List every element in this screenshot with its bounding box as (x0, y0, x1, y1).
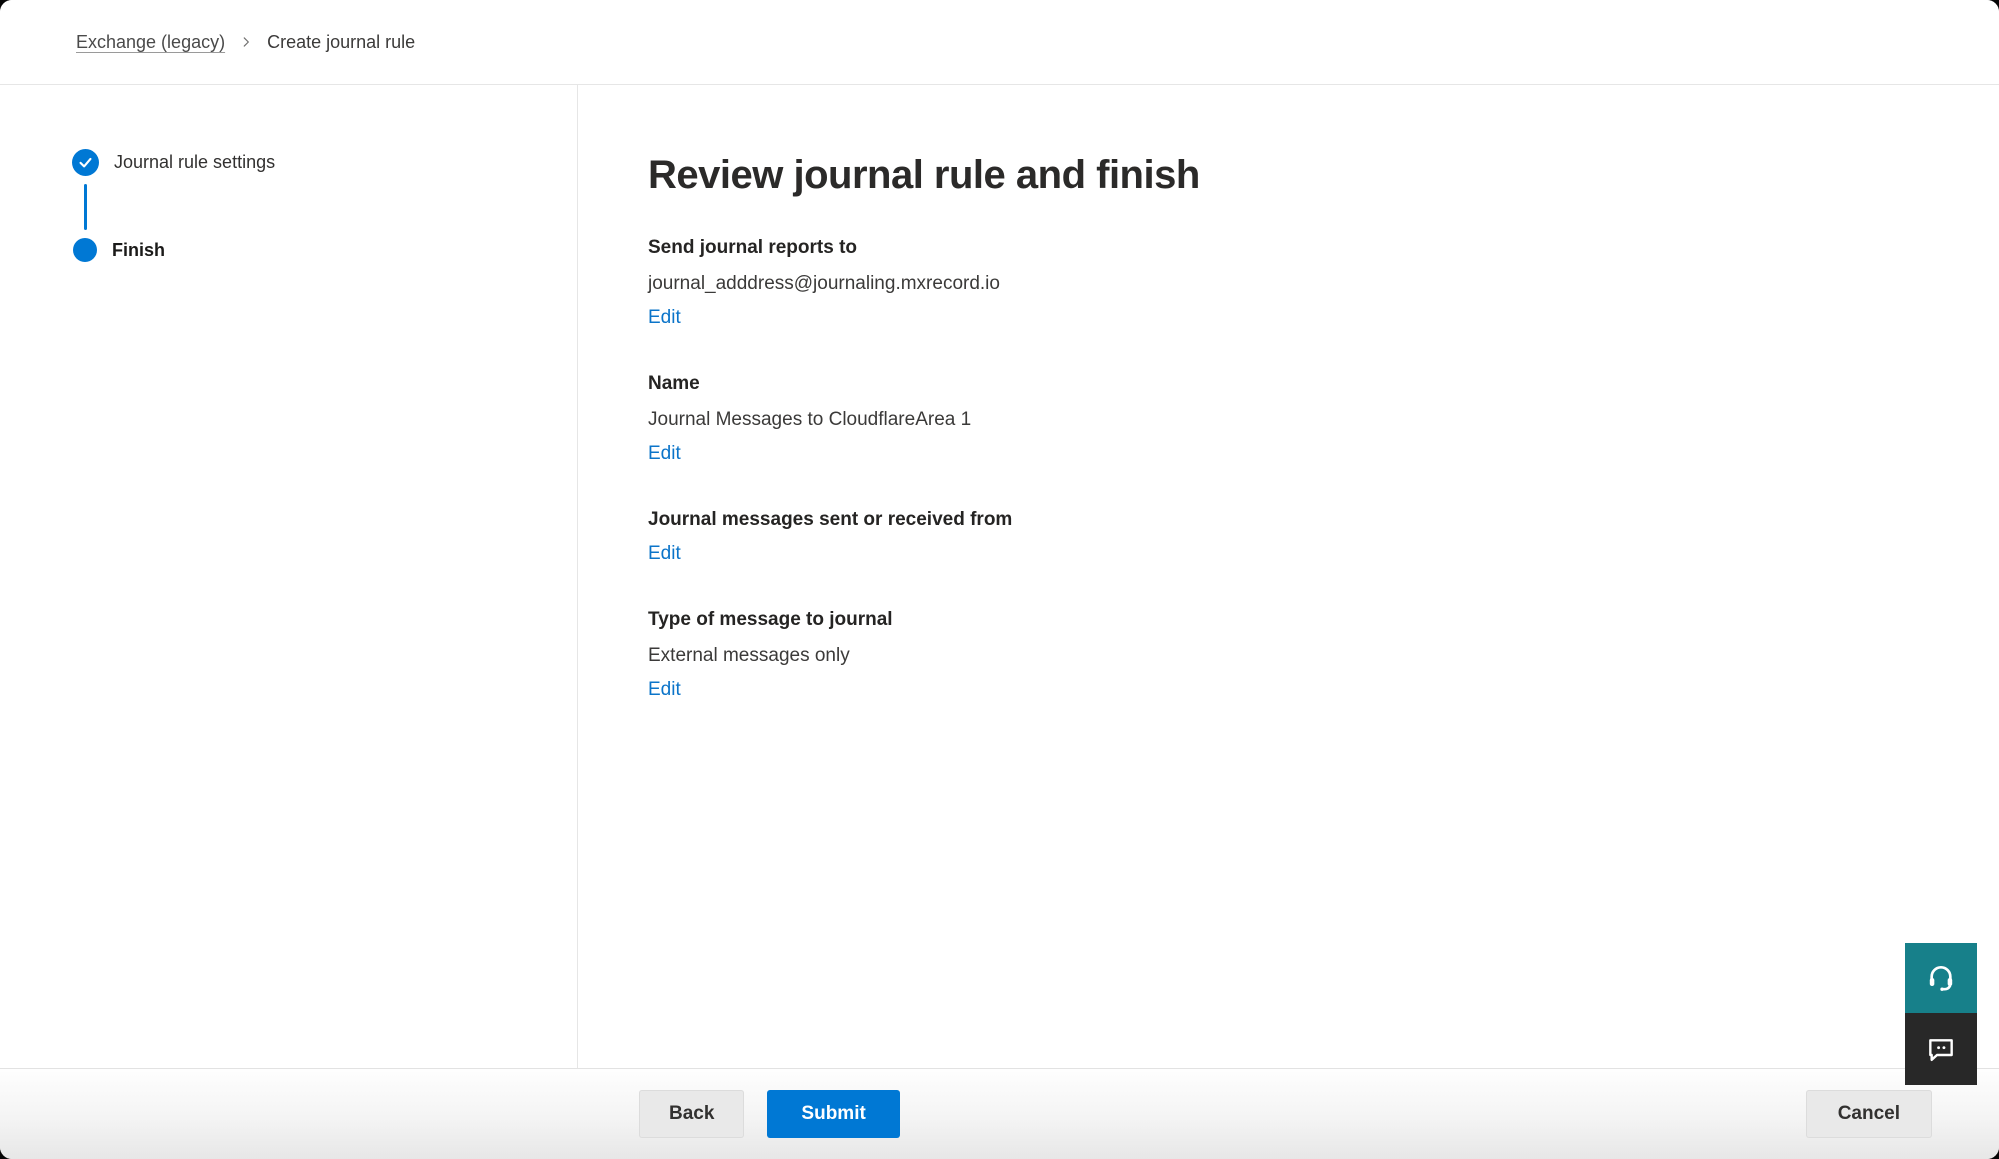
submit-button[interactable]: Submit (767, 1090, 899, 1138)
back-button[interactable]: Back (639, 1090, 744, 1138)
breadcrumb: Exchange (legacy) Create journal rule (76, 32, 415, 53)
footer-action-bar: Back Submit Cancel (0, 1068, 1999, 1159)
wizard-step-rail: Journal rule settings Finish (0, 85, 578, 1068)
page-title: Review journal rule and finish (648, 148, 1999, 202)
step-finish[interactable]: Finish (72, 238, 577, 262)
section-send-journal-reports-to: Send journal reports to journal_adddress… (648, 237, 1999, 329)
step-label: Journal rule settings (114, 152, 275, 173)
check-circle-icon (72, 149, 99, 176)
edit-message-type-link[interactable]: Edit (648, 679, 681, 701)
section-label: Type of message to journal (648, 609, 1999, 631)
review-pane: Review journal rule and finish Send jour… (578, 85, 1999, 1068)
step-connector-line (84, 184, 87, 230)
review-sections: Send journal reports to journal_adddress… (648, 237, 1999, 701)
feedback-button[interactable] (1905, 1013, 1977, 1085)
edit-name-link[interactable]: Edit (648, 443, 681, 465)
headset-icon (1925, 962, 1957, 994)
section-journal-messages-scope: Journal messages sent or received from E… (648, 509, 1999, 565)
message-type-value: External messages only (648, 645, 1999, 667)
journal-report-address: journal_adddress@journaling.mxrecord.io (648, 273, 1999, 295)
step-label: Finish (112, 240, 165, 261)
section-label: Send journal reports to (648, 237, 1999, 259)
section-name: Name Journal Messages to CloudflareArea … (648, 373, 1999, 465)
breadcrumb-current-page: Create journal rule (267, 32, 415, 53)
help-button[interactable] (1905, 943, 1977, 1013)
content-area: Journal rule settings Finish Review jour… (0, 85, 1999, 1068)
chat-feedback-icon (1925, 1033, 1957, 1065)
rule-name-value: Journal Messages to CloudflareArea 1 (648, 409, 1999, 431)
app-window: Exchange (legacy) Create journal rule Jo… (0, 0, 1999, 1159)
edit-scope-link[interactable]: Edit (648, 543, 681, 565)
section-message-type: Type of message to journal External mess… (648, 609, 1999, 701)
chevron-right-icon (239, 35, 253, 49)
edit-send-reports-link[interactable]: Edit (648, 307, 681, 329)
top-bar: Exchange (legacy) Create journal rule (0, 0, 1999, 85)
step-journal-rule-settings[interactable]: Journal rule settings (72, 149, 577, 176)
section-label: Journal messages sent or received from (648, 509, 1999, 531)
filled-dot-icon (73, 238, 97, 262)
cancel-button[interactable]: Cancel (1806, 1090, 1932, 1138)
section-label: Name (648, 373, 1999, 395)
breadcrumb-exchange-legacy[interactable]: Exchange (legacy) (76, 32, 225, 53)
